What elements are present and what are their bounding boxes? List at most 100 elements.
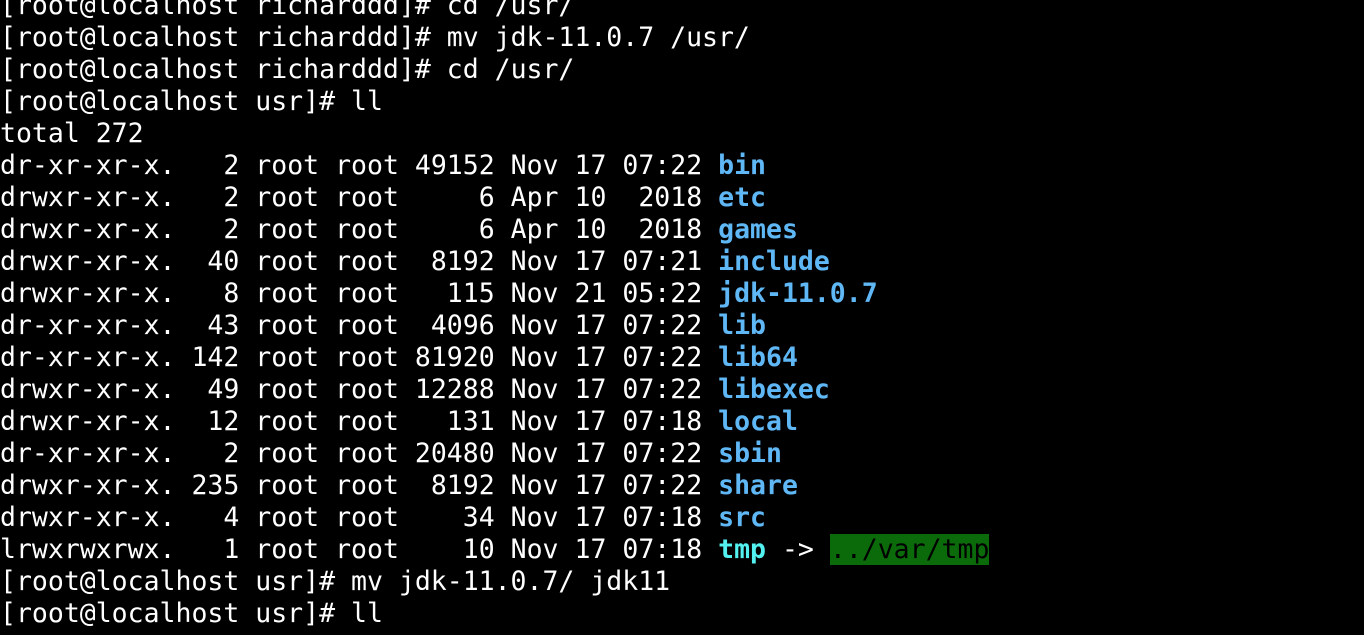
prompt: [root@localhost usr]# <box>0 566 336 597</box>
directory-name[interactable]: sbin <box>718 438 782 469</box>
file-day: 17 <box>574 438 607 469</box>
file-time: 07:22 <box>622 150 703 181</box>
link-count: 2 <box>175 150 240 181</box>
file-mode: drwxr-xr-x. <box>0 182 176 213</box>
file-group: root <box>335 534 399 565</box>
prompt: [root@localhost usr]# <box>0 86 336 117</box>
file-time: 07:22 <box>622 374 703 405</box>
file-month: Apr <box>510 214 559 245</box>
file-size: 81920 <box>414 342 495 373</box>
file-mode: drwxr-xr-x. <box>0 278 176 309</box>
directory-name[interactable]: include <box>718 246 830 277</box>
symlink-name[interactable]: tmp <box>718 534 766 565</box>
directory-name[interactable]: games <box>718 214 798 245</box>
listing-row: dr-xr-xr-x. 2 root root 20480 Nov 17 07:… <box>0 438 989 470</box>
command-text: mv jdk-11.0.7/ jdk11 <box>351 566 671 597</box>
directory-name[interactable]: lib64 <box>718 342 798 373</box>
file-day: 10 <box>574 214 607 245</box>
directory-name[interactable]: src <box>718 502 766 533</box>
terminal-window[interactable]: [root@localhost richarddd]# cd /usr/ [ro… <box>0 0 1364 635</box>
command-text: mv jdk-11.0.7 /usr/ <box>446 22 750 53</box>
link-count: 4 <box>175 502 240 533</box>
file-month: Nov <box>510 310 559 341</box>
listing-row: drwxr-xr-x. 49 root root 12288 Nov 17 07… <box>0 374 989 406</box>
file-group: root <box>335 150 399 181</box>
file-time: 07:18 <box>622 534 703 565</box>
file-group: root <box>335 182 399 213</box>
prompt: [root@localhost usr]# <box>0 598 336 629</box>
listing-row: drwxr-xr-x. 8 root root 115 Nov 21 05:22… <box>0 278 989 310</box>
file-owner: root <box>255 182 320 213</box>
file-owner: root <box>255 214 320 245</box>
file-size: 6 <box>414 182 495 213</box>
file-month: Nov <box>510 278 559 309</box>
file-size: 49152 <box>414 150 495 181</box>
link-count: 49 <box>175 374 240 405</box>
file-mode: drwxr-xr-x. <box>0 374 176 405</box>
prompt: [root@localhost richarddd]# <box>0 22 431 53</box>
file-mode: dr-xr-xr-x. <box>0 150 176 181</box>
directory-name[interactable]: bin <box>718 150 766 181</box>
link-count: 235 <box>175 470 240 501</box>
directory-name[interactable]: lib <box>718 310 766 341</box>
prompt: [root@localhost richarddd]# <box>0 54 431 85</box>
file-time: 07:21 <box>622 246 703 277</box>
file-group: root <box>335 214 399 245</box>
file-day: 21 <box>574 278 607 309</box>
listing-row: dr-xr-xr-x. 142 root root 81920 Nov 17 0… <box>0 342 989 374</box>
file-time: 2018 <box>622 182 703 213</box>
file-day: 17 <box>574 470 607 501</box>
symlink-target[interactable]: ../var/tmp <box>829 534 990 565</box>
file-size: 131 <box>414 406 495 437</box>
file-time: 07:22 <box>622 470 703 501</box>
file-month: Nov <box>510 150 559 181</box>
file-mode: drwxr-xr-x. <box>0 406 176 437</box>
file-month: Nov <box>510 470 559 501</box>
terminal-output: [root@localhost richarddd]# cd /usr/ [ro… <box>0 0 990 630</box>
terminal-line-cut: [root@localhost richarddd]# cd /usr/ <box>0 0 989 22</box>
file-day: 17 <box>574 406 607 437</box>
file-time: 07:22 <box>622 438 703 469</box>
directory-name[interactable]: local <box>718 406 798 437</box>
file-mode: dr-xr-xr-x. <box>0 342 176 373</box>
file-time: 07:22 <box>622 342 703 373</box>
file-group: root <box>335 342 399 373</box>
file-size: 34 <box>414 502 495 533</box>
total-line: total 272 <box>0 118 989 150</box>
file-month: Nov <box>510 534 559 565</box>
file-group: root <box>335 278 399 309</box>
file-owner: root <box>255 246 320 277</box>
directory-name[interactable]: libexec <box>718 374 830 405</box>
file-size: 6 <box>414 214 495 245</box>
directory-name[interactable]: etc <box>718 182 766 213</box>
link-count: 1 <box>175 534 240 565</box>
listing-row: dr-xr-xr-x. 43 root root 4096 Nov 17 07:… <box>0 310 989 342</box>
file-mode: drwxr-xr-x. <box>0 470 176 501</box>
file-month: Nov <box>510 406 559 437</box>
file-owner: root <box>255 374 320 405</box>
file-time: 07:18 <box>622 406 703 437</box>
file-day: 17 <box>574 150 607 181</box>
file-month: Nov <box>510 502 559 533</box>
file-group: root <box>335 502 399 533</box>
file-owner: root <box>255 502 320 533</box>
directory-name[interactable]: jdk-11.0.7 <box>718 278 878 309</box>
file-group: root <box>335 246 399 277</box>
file-size: 20480 <box>414 438 495 469</box>
file-owner: root <box>255 534 320 565</box>
listing-row: drwxr-xr-x. 235 root root 8192 Nov 17 07… <box>0 470 989 502</box>
file-mode: dr-xr-xr-x. <box>0 438 176 469</box>
file-owner: root <box>255 342 320 373</box>
file-time: 05:22 <box>622 278 703 309</box>
file-mode: lrwxrwxrwx. <box>0 534 176 565</box>
link-count: 43 <box>175 310 240 341</box>
listing-row: drwxr-xr-x. 2 root root 6 Apr 10 2018 et… <box>0 182 989 214</box>
file-month: Apr <box>510 182 559 213</box>
file-group: root <box>335 310 399 341</box>
file-group: root <box>335 374 399 405</box>
file-time: 07:22 <box>622 310 703 341</box>
listing-row: drwxr-xr-x. 2 root root 6 Apr 10 2018 ga… <box>0 214 989 246</box>
file-owner: root <box>255 310 320 341</box>
directory-name[interactable]: share <box>718 470 798 501</box>
file-group: root <box>335 438 399 469</box>
